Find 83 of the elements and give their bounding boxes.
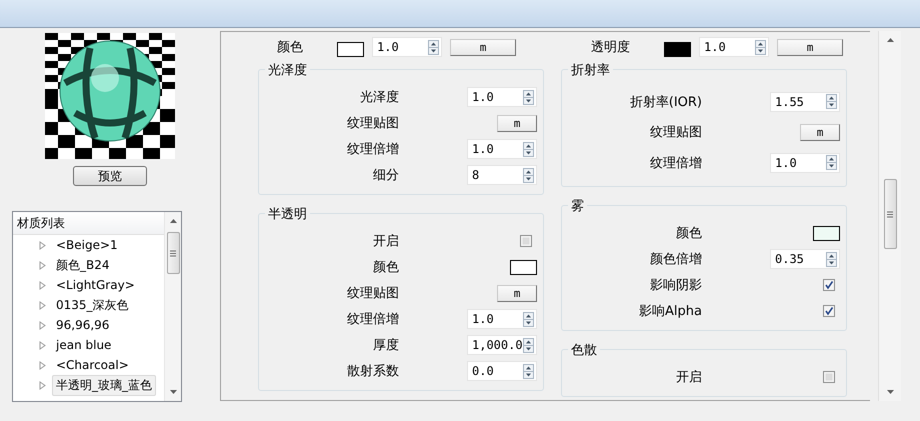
color-swatch[interactable]	[337, 42, 364, 57]
scroll-down-icon[interactable]	[168, 389, 178, 395]
scroll-up-icon[interactable]	[168, 218, 178, 224]
expand-arrow-icon[interactable]	[39, 240, 46, 250]
spin-arrows-icon[interactable]	[826, 94, 837, 109]
spin-arrows-icon[interactable]	[523, 312, 534, 326]
map-button[interactable]: m	[800, 124, 840, 140]
field-label: 厚度	[372, 337, 399, 354]
field-label: 开启	[372, 233, 399, 250]
field-label: 纹理贴图	[649, 124, 702, 141]
number-field[interactable]: 1.0	[770, 152, 840, 172]
number-field[interactable]: 1.0	[467, 139, 537, 159]
expand-arrow-icon[interactable]	[39, 380, 46, 390]
field-label: 折射率(IOR)	[628, 94, 702, 110]
map-button[interactable]: m	[777, 38, 843, 56]
expand-arrow-icon[interactable]	[39, 260, 46, 270]
color-swatch[interactable]	[510, 260, 537, 274]
map-button[interactable]: m	[497, 114, 537, 132]
color-swatch[interactable]	[813, 226, 840, 240]
group-title: 折射率	[568, 61, 613, 79]
material-item[interactable]: <Charcoal>	[52, 356, 133, 374]
field-label: 纹理倍增	[346, 141, 399, 158]
spin-arrows-icon[interactable]	[428, 40, 439, 54]
spin-arrows-icon[interactable]	[826, 155, 837, 170]
map-button[interactable]: m	[450, 38, 516, 56]
expand-arrow-icon[interactable]	[39, 300, 46, 310]
checkbox[interactable]	[823, 279, 835, 291]
expand-arrow-icon[interactable]	[39, 340, 46, 350]
expand-arrow-icon[interactable]	[39, 280, 46, 290]
color-swatch[interactable]	[664, 42, 691, 57]
field-label: 颜色	[372, 259, 399, 276]
material-item[interactable]: 颜色_B24	[52, 254, 114, 276]
checkbox[interactable]	[520, 235, 532, 247]
number-field[interactable]: 8	[467, 165, 537, 185]
number-field[interactable]: 0.0	[467, 361, 537, 381]
map-button[interactable]: m	[497, 284, 537, 302]
number-field[interactable]: 1.0	[467, 87, 537, 107]
number-field[interactable]: 0.35	[770, 249, 840, 269]
scrollbar-thumb[interactable]	[166, 232, 180, 274]
number-field[interactable]: 1.0	[467, 309, 537, 329]
spin-arrows-icon[interactable]	[523, 90, 534, 104]
group-title: 半透明	[265, 205, 310, 223]
spin-arrows-icon[interactable]	[523, 364, 534, 378]
group-title: 雾	[568, 197, 587, 215]
expand-arrow-icon[interactable]	[39, 360, 46, 370]
field-label: 散射系数	[346, 363, 399, 380]
spin-arrows-icon[interactable]	[826, 252, 837, 266]
scroll-up-icon[interactable]	[886, 37, 894, 43]
field-label: 透明度	[591, 39, 630, 56]
field-label: 纹理倍增	[346, 311, 399, 328]
material-item[interactable]: 0135_深灰色	[52, 294, 133, 316]
material-item[interactable]: 半透明_玻璃_蓝色	[52, 374, 156, 396]
spin-arrows-icon[interactable]	[523, 168, 534, 182]
field-label: 纹理贴图	[346, 285, 399, 302]
material-item[interactable]: <Beige>1	[52, 236, 122, 254]
field-label: 纹理贴图	[346, 115, 399, 132]
spin-arrows-icon[interactable]	[523, 338, 534, 352]
field-label: 开启	[675, 369, 702, 386]
scrollbar-thumb[interactable]	[884, 179, 896, 249]
number-field[interactable]: 1,000.0	[467, 335, 537, 355]
field-label: 颜色倍增	[649, 251, 702, 268]
number-field[interactable]: 1.0	[699, 37, 769, 57]
checkbox[interactable]	[823, 305, 835, 317]
material-item[interactable]: <LightGray>	[52, 276, 139, 294]
spin-arrows-icon[interactable]	[523, 142, 534, 156]
field-label: 颜色	[675, 225, 702, 242]
field-label: 影响阴影	[649, 277, 702, 294]
preview-button[interactable]: 预览	[73, 166, 147, 186]
scroll-down-icon[interactable]	[886, 389, 894, 395]
field-label: 影响Alpha	[638, 303, 702, 320]
field-label: 细分	[372, 167, 399, 184]
number-field[interactable]: 1.0	[372, 37, 442, 57]
spin-arrows-icon[interactable]	[755, 40, 766, 54]
material-item[interactable]: 96,96,96	[52, 316, 114, 334]
field-label: 光泽度	[359, 89, 399, 106]
material-item[interactable]: jean blue	[52, 336, 116, 354]
group-title: 色散	[568, 341, 600, 359]
expand-arrow-icon[interactable]	[39, 320, 46, 330]
checkbox[interactable]	[823, 371, 835, 383]
number-field[interactable]: 1.55	[770, 92, 840, 112]
field-label: 纹理倍增	[649, 154, 702, 172]
group-title: 光泽度	[265, 61, 310, 79]
field-label: 颜色	[277, 39, 303, 56]
